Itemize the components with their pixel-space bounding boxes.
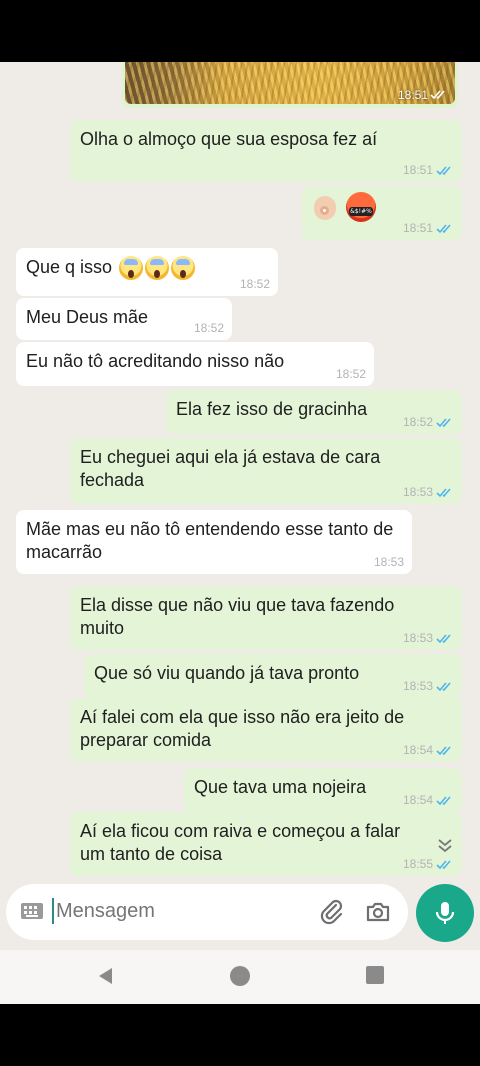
message-bubble-incoming[interactable]: Que q isso 18:52 [16,248,278,296]
bottom-bezel [0,1004,480,1066]
message-text: Ela disse que não viu que tava fazendo m… [80,595,395,638]
message-bubble-outgoing[interactable]: Que tava uma nojeira 18:54 [184,768,462,812]
message-time: 18:52 [402,415,433,429]
scream-emoji [145,256,170,281]
message-time: 18:54 [402,793,433,807]
message-text: Aí ela ficou com raiva e começou a falar… [80,821,401,864]
read-ticks-icon [430,90,445,100]
message-time: 18:53 [402,631,433,645]
message-time: 18:53 [373,555,404,569]
message-time: 18:52 [239,277,270,291]
read-ticks-icon [436,223,451,233]
message-time: 18:51 [402,221,433,235]
read-ticks-icon [436,681,451,691]
message-text: Eu cheguei aqui ela já estava de cara fe… [80,447,381,490]
message-time: 18:52 [193,321,224,335]
read-ticks-icon [436,859,451,869]
message-text: Que só viu quando já tava pronto [94,663,360,683]
text-cursor [52,898,54,924]
message-bubble-outgoing[interactable]: &$!#% 18:51 [302,186,462,240]
message-time: 18:53 [402,485,433,499]
angry-swearing-emoji: &$!#% [346,192,376,222]
message-bubble-incoming[interactable]: Mãe mas eu não tô entendendo esse tanto … [16,510,412,574]
message-time: 18:54 [402,743,433,757]
microphone-icon [435,902,455,924]
message-text: Que tava uma nojeira [194,777,367,797]
message-bubble-outgoing[interactable]: Eu cheguei aqui ela já estava de cara fe… [70,438,462,504]
keyboard-icon[interactable] [20,902,44,920]
message-time: 18:55 [402,857,433,871]
read-ticks-icon [436,745,451,755]
read-ticks-icon [436,487,451,497]
message-bubble-outgoing[interactable]: Que só viu quando já tava pronto 18:53 [84,654,462,698]
message-bubble-outgoing[interactable]: Aí falei com ela que isso não era jeito … [70,698,462,762]
back-triangle-icon[interactable] [96,966,116,986]
message-bubble-outgoing[interactable]: Ela disse que não viu que tava fazendo m… [70,586,462,650]
scream-emoji [171,256,196,281]
message-text: Olha o almoço que sua esposa fez aí [80,129,378,149]
voice-record-button[interactable] [416,884,474,942]
message-text: Meu Deus mãe [26,307,149,327]
message-text: Aí falei com ela que isso não era jeito … [80,707,405,750]
image-message[interactable]: 18:51 [122,62,458,108]
home-circle-icon[interactable] [230,966,250,986]
paperclip-icon[interactable] [318,898,346,926]
message-time: 18:51 [397,88,428,102]
message-time: 18:53 [402,679,433,693]
android-nav-bar [0,950,480,1004]
message-text: Eu não tô acreditando nisso não [26,351,285,371]
double-chevron-down-icon [438,839,452,853]
message-text: Mãe mas eu não tô entendendo esse tanto … [26,519,394,562]
message-input[interactable] [56,896,306,926]
status-bar-area [0,0,480,62]
read-ticks-icon [436,795,451,805]
message-text: Que q isso [26,257,113,277]
ok-hand-emoji [312,192,340,222]
message-bubble-outgoing[interactable]: Aí ela ficou com raiva e começou a falar… [70,812,462,876]
scroll-down-button[interactable] [430,830,460,860]
message-bubble-outgoing[interactable]: Ela fez isso de gracinha 18:52 [166,390,462,434]
message-time: 18:51 [402,163,433,177]
read-ticks-icon [436,417,451,427]
camera-icon[interactable] [364,898,392,926]
message-bubble-outgoing[interactable]: Olha o almoço que sua esposa fez aí 18:5… [70,120,462,182]
recents-square-icon[interactable] [366,966,384,984]
read-ticks-icon [436,165,451,175]
message-bubble-incoming[interactable]: Meu Deus mãe 18:52 [16,298,232,340]
message-time: 18:52 [335,367,366,381]
scream-emoji [119,256,144,281]
message-input-bar[interactable] [6,884,408,940]
message-bubble-incoming[interactable]: Eu não tô acreditando nisso não 18:52 [16,342,374,386]
chat-screen: 18:51 Olha o almoço que sua esposa fez a… [0,62,480,1004]
read-ticks-icon [436,633,451,643]
message-text: Ela fez isso de gracinha [176,399,368,419]
